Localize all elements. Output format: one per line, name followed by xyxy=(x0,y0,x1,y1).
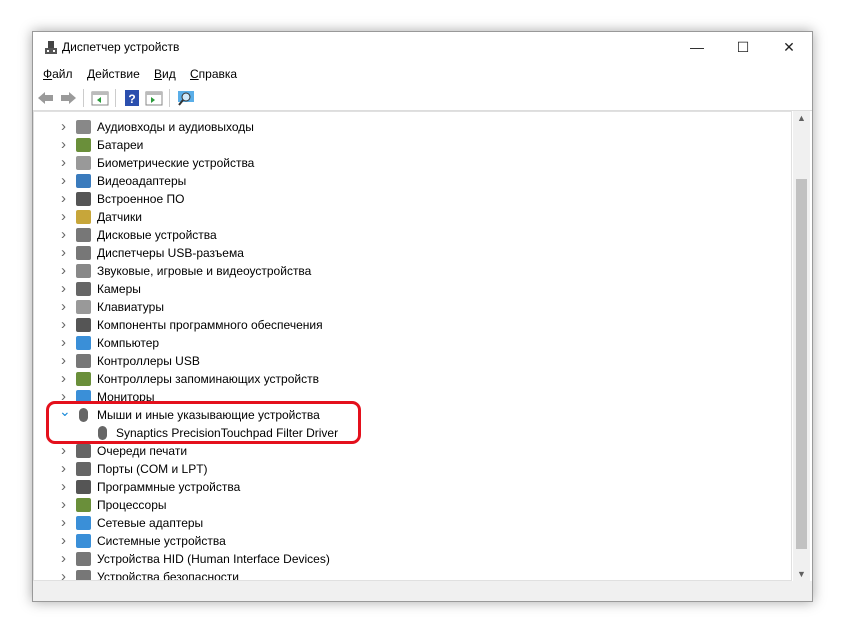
tree-item-label: Диспетчеры USB-разъема xyxy=(97,246,244,260)
tree-item-label: Процессоры xyxy=(97,498,167,512)
tree-item-label: Дисковые устройства xyxy=(97,228,217,242)
tree-item-label: Камеры xyxy=(97,282,141,296)
device-manager-window: Диспетчер устройств — ☐ ✕ Файл Действие … xyxy=(32,31,813,602)
chevron-right-icon[interactable]: › xyxy=(61,370,71,388)
chevron-right-icon[interactable]: › xyxy=(61,334,71,352)
scan-hardware-icon[interactable] xyxy=(177,89,195,107)
computer-icon xyxy=(76,336,91,350)
tree-item-label: Устройства безопасности xyxy=(97,570,239,581)
chevron-right-icon[interactable]: › xyxy=(61,352,71,370)
chevron-right-icon[interactable]: › xyxy=(61,514,71,532)
tree-item-label: Сетевые адаптеры xyxy=(97,516,204,530)
battery-icon xyxy=(76,138,91,152)
chevron-right-icon[interactable]: › xyxy=(61,532,71,550)
fingerprint-icon xyxy=(76,156,91,170)
scroll-up-arrow-icon[interactable]: ▲ xyxy=(793,113,810,123)
scrollbar-thumb[interactable] xyxy=(796,179,807,549)
maximize-button[interactable]: ☐ xyxy=(720,32,766,62)
tree-item-label: Датчики xyxy=(97,210,142,224)
menu-help[interactable]: Справка xyxy=(190,67,237,81)
vertical-scrollbar[interactable]: ▲ ▼ xyxy=(793,111,810,581)
toolbar-separator xyxy=(115,89,116,107)
scroll-down-arrow-icon[interactable]: ▼ xyxy=(793,569,810,579)
software-component-icon xyxy=(76,318,91,332)
tree-item-label: Устройства HID (Human Interface Devices) xyxy=(97,552,330,566)
close-button[interactable]: ✕ xyxy=(766,32,812,62)
chevron-right-icon[interactable]: › xyxy=(61,208,71,226)
toolbar-separator xyxy=(169,89,170,107)
tree-item-label: Встроенное ПО xyxy=(97,192,185,206)
chevron-right-icon[interactable]: › xyxy=(61,154,71,172)
minimize-button[interactable]: — xyxy=(674,32,720,62)
usb-icon xyxy=(76,246,91,260)
software-device-icon xyxy=(76,480,91,494)
toolbar-separator xyxy=(83,89,84,107)
title-bar: Диспетчер устройств — ☐ ✕ xyxy=(33,32,812,64)
device-tree: › Аудиовходы и аудиовыходы › Батареи › Биомет… xyxy=(33,111,792,581)
properties-icon[interactable] xyxy=(145,89,163,107)
chevron-right-icon[interactable]: › xyxy=(61,280,71,298)
window-title: Диспетчер устройств xyxy=(62,40,180,54)
network-adapter-icon xyxy=(76,516,91,530)
back-icon[interactable] xyxy=(37,89,55,107)
tree-item-label: Очереди печати xyxy=(97,444,188,458)
keyboard-icon xyxy=(76,300,91,314)
speaker-icon xyxy=(76,120,91,134)
tree-item-label: Батареи xyxy=(97,138,144,152)
status-bar xyxy=(33,581,812,601)
device-manager-icon xyxy=(45,41,57,54)
tree-item-label: Компьютер xyxy=(97,336,160,350)
forward-icon[interactable] xyxy=(59,89,77,107)
hid-icon xyxy=(76,552,91,566)
svg-text:?: ? xyxy=(128,92,135,106)
chevron-right-icon[interactable]: › xyxy=(61,136,71,154)
processor-icon xyxy=(76,498,91,512)
camera-icon xyxy=(76,282,91,296)
printer-icon xyxy=(76,444,91,458)
firmware-icon xyxy=(76,192,91,206)
usb-controller-icon xyxy=(76,354,91,368)
disk-icon xyxy=(76,228,91,242)
sensor-icon xyxy=(76,210,91,224)
port-icon xyxy=(76,462,91,476)
security-device-icon xyxy=(76,570,91,580)
chevron-right-icon[interactable]: › xyxy=(61,550,71,568)
tree-item-label: Биометрические устройства xyxy=(97,156,255,170)
chevron-right-icon[interactable]: › xyxy=(61,496,71,514)
tree-item-label: Аудиовходы и аудиовыходы xyxy=(97,120,254,134)
tree-item-label: Контроллеры USB xyxy=(97,354,200,368)
chevron-right-icon[interactable]: › xyxy=(61,478,71,496)
storage-controller-icon xyxy=(76,372,91,386)
chevron-right-icon[interactable]: › xyxy=(61,244,71,262)
tree-item-label: Звуковые, игровые и видеоустройства xyxy=(97,264,312,278)
display-adapter-icon xyxy=(76,174,91,188)
chevron-right-icon[interactable]: › xyxy=(61,316,71,334)
menu-file[interactable]: Файл xyxy=(43,67,73,81)
tree-item-label: Программные устройства xyxy=(97,480,241,494)
sound-icon xyxy=(76,264,91,278)
tree-item-label: Контроллеры запоминающих устройств xyxy=(97,372,319,386)
toolbar: ? xyxy=(33,86,812,111)
chevron-right-icon[interactable]: › xyxy=(61,568,71,580)
chevron-right-icon[interactable]: › xyxy=(61,172,71,190)
chevron-right-icon[interactable]: › xyxy=(61,298,71,316)
help-icon[interactable]: ? xyxy=(123,89,141,107)
tree-item-label: Клавиатуры xyxy=(97,300,164,314)
tree-item-label: Порты (COM и LPT) xyxy=(97,462,208,476)
chevron-right-icon[interactable]: › xyxy=(61,190,71,208)
system-device-icon xyxy=(76,534,91,548)
chevron-right-icon[interactable]: › xyxy=(61,262,71,280)
tree-item-label: Компоненты программного обеспечения xyxy=(97,318,323,332)
menu-action[interactable]: Действие xyxy=(87,67,140,81)
chevron-right-icon[interactable]: › xyxy=(61,118,71,136)
tree-item-label: Видеоадаптеры xyxy=(97,174,187,188)
highlight-box xyxy=(46,401,361,444)
menu-bar: Файл Действие Вид Справка xyxy=(33,65,812,85)
show-hide-tree-icon[interactable] xyxy=(91,89,109,107)
menu-view[interactable]: Вид xyxy=(154,67,176,81)
chevron-right-icon[interactable]: › xyxy=(61,460,71,478)
tree-item-label: Системные устройства xyxy=(97,534,226,548)
chevron-right-icon[interactable]: › xyxy=(61,442,71,460)
chevron-right-icon[interactable]: › xyxy=(61,226,71,244)
